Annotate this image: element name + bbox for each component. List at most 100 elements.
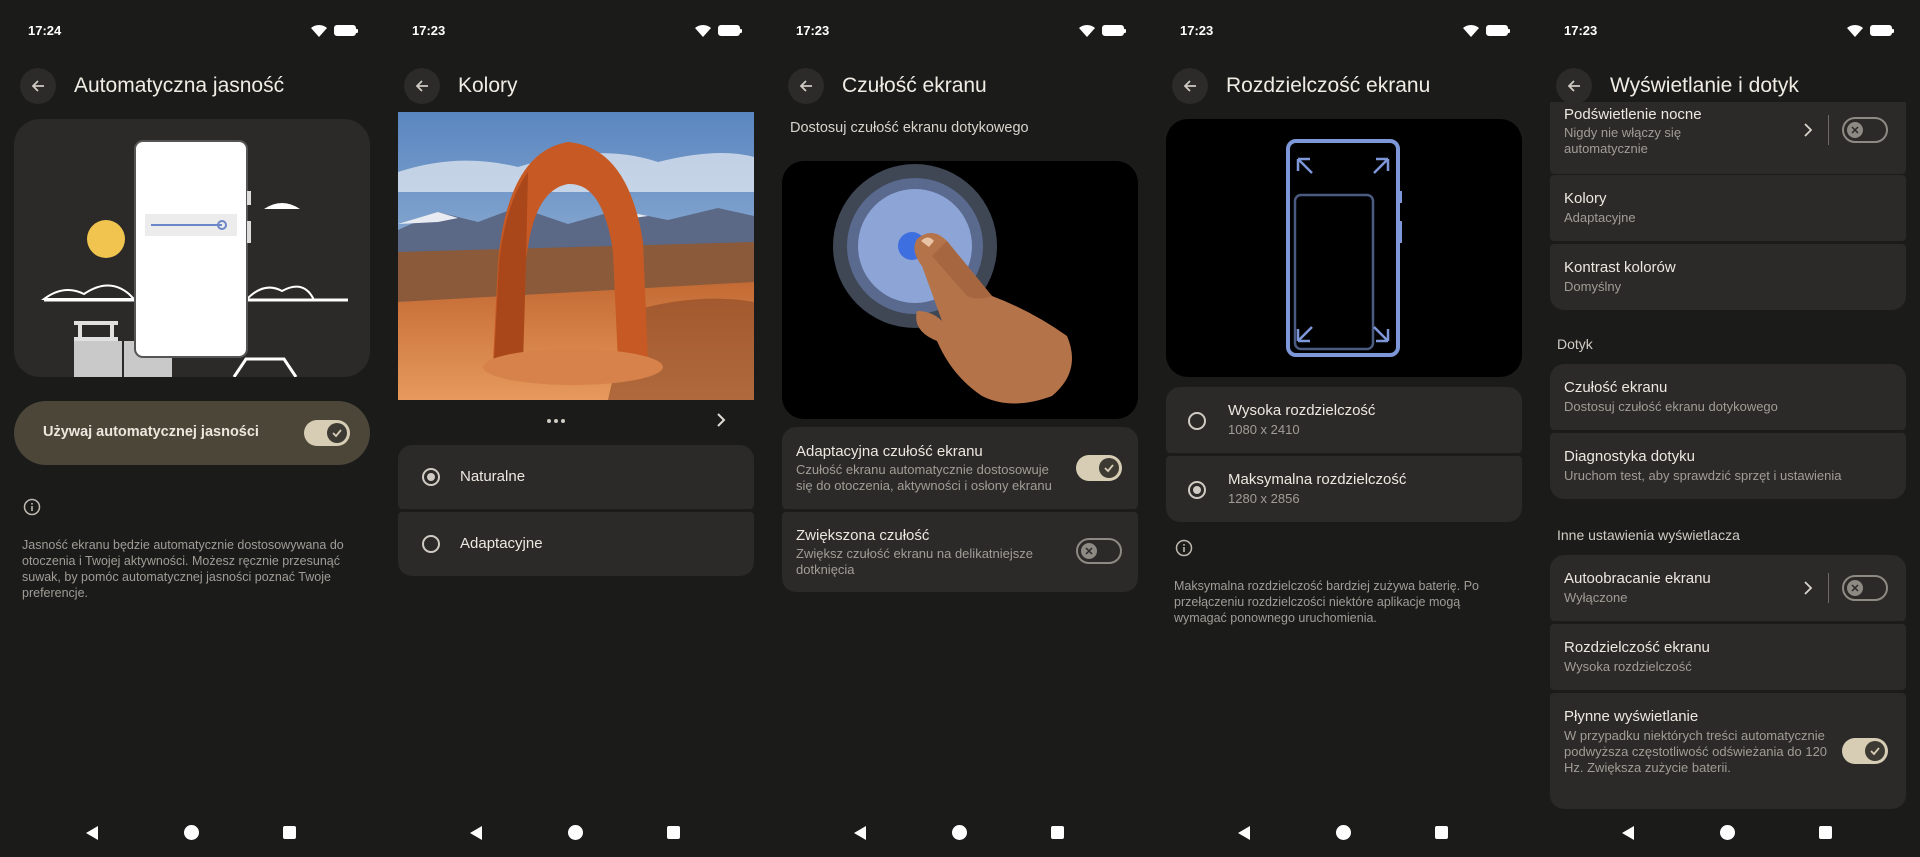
section-touch-label: Dotyk bbox=[1557, 336, 1593, 352]
touch-hand-illustration bbox=[833, 164, 1072, 404]
radio-max-resolution[interactable] bbox=[1188, 481, 1206, 499]
nav-back-button[interactable] bbox=[854, 826, 866, 840]
touch-diagnostics-row[interactable]: Diagnostyka dotyku Uruchom test, aby spr… bbox=[1550, 433, 1906, 499]
high-resolution-value: 1080 x 2410 bbox=[1228, 422, 1300, 437]
nav-recents-button[interactable] bbox=[283, 826, 296, 839]
status-time: 17:23 bbox=[1180, 22, 1214, 38]
option-adaptive[interactable]: Adaptacyjne bbox=[398, 512, 754, 576]
increased-sensitivity-desc: Zwiększ czułość ekranu na delikatniejsze… bbox=[796, 546, 1033, 577]
status-bar: 17:23 bbox=[1564, 20, 1894, 40]
back-button[interactable] bbox=[1172, 68, 1208, 104]
increased-sensitivity-row[interactable]: Zwiększona czułość Zwiększ czułość ekran… bbox=[782, 512, 1138, 592]
touch-diagnostics-title: Diagnostyka dotyku bbox=[1564, 448, 1695, 465]
chevron-right-icon bbox=[1804, 123, 1813, 137]
wifi-icon bbox=[311, 24, 327, 37]
back-button[interactable] bbox=[788, 68, 824, 104]
back-button[interactable] bbox=[20, 68, 56, 104]
night-light-row[interactable]: Podświetlenie nocne Nigdy nie włączy się… bbox=[1550, 102, 1906, 174]
adaptive-sensitivity-title: Adaptacyjna czułość ekranu bbox=[796, 443, 983, 460]
nav-recents-button[interactable] bbox=[667, 826, 680, 839]
status-bar: 17:23 bbox=[412, 20, 742, 40]
screen-colors: 17:23 Kolory Naturalne Adaptacyjne bbox=[384, 0, 768, 857]
navigation-bar bbox=[384, 821, 768, 845]
option-natural-label: Naturalne bbox=[460, 468, 526, 485]
auto-brightness-label: Używaj automatycznej jasności bbox=[43, 424, 259, 440]
nav-home-button[interactable] bbox=[184, 825, 199, 840]
navigation-bar bbox=[768, 821, 1152, 845]
screen-touch-sensitivity: 17:23 Czułość ekranu Dostosuj czułość ek… bbox=[768, 0, 1152, 857]
option-adaptive-label: Adaptacyjne bbox=[460, 535, 543, 552]
smooth-display-toggle[interactable] bbox=[1842, 738, 1888, 764]
screen-resolution-sub: Wysoka rozdzielczość bbox=[1564, 659, 1692, 674]
screens-strip: 17:24 Automatyczna jasność Używaj automa… bbox=[0, 0, 1920, 857]
status-time: 17:24 bbox=[28, 22, 62, 38]
section-other-display-label: Inne ustawienia wyświetlacza bbox=[1557, 527, 1740, 543]
nav-back-button[interactable] bbox=[470, 826, 482, 840]
option-max-resolution[interactable]: Maksymalna rozdzielczość 1280 x 2856 bbox=[1166, 456, 1522, 522]
nav-recents-button[interactable] bbox=[1051, 826, 1064, 839]
nav-home-button[interactable] bbox=[1336, 825, 1351, 840]
nav-back-button[interactable] bbox=[1238, 826, 1250, 840]
more-dots-icon[interactable] bbox=[546, 418, 566, 424]
auto-rotate-row[interactable]: Autoobracanie ekranu Wyłączone bbox=[1550, 555, 1906, 621]
chevron-right-icon bbox=[1804, 581, 1813, 595]
touch-sensitivity-title: Czułość ekranu bbox=[1564, 379, 1668, 396]
touch-diagnostics-sub: Uruchom test, aby sprawdzić sprzęt i ust… bbox=[1564, 468, 1842, 483]
nav-home-button[interactable] bbox=[952, 825, 967, 840]
chevron-right-icon[interactable] bbox=[714, 412, 728, 428]
arrow-left-icon bbox=[415, 80, 428, 92]
back-button[interactable] bbox=[404, 68, 440, 104]
max-resolution-label: Maksymalna rozdzielczość bbox=[1228, 471, 1407, 488]
nav-recents-button[interactable] bbox=[1819, 826, 1832, 839]
nav-recents-button[interactable] bbox=[1435, 826, 1448, 839]
brightness-illustration-art bbox=[40, 140, 348, 378]
check-icon bbox=[1104, 464, 1114, 473]
increased-sensitivity-title: Zwiększona czułość bbox=[796, 527, 930, 544]
auto-rotate-toggle[interactable] bbox=[1842, 575, 1888, 601]
screen-resolution-title: Rozdzielczość ekranu bbox=[1564, 639, 1710, 656]
battery-icon bbox=[1102, 24, 1126, 36]
close-icon bbox=[1085, 547, 1093, 555]
info-icon bbox=[23, 498, 41, 516]
touch-sensitivity-row[interactable]: Czułość ekranu Dostosuj czułość ekranu d… bbox=[1550, 364, 1906, 430]
colors-row[interactable]: Kolory Adaptacyjne bbox=[1550, 175, 1906, 241]
option-natural[interactable]: Naturalne bbox=[398, 445, 754, 509]
nav-home-button[interactable] bbox=[568, 825, 583, 840]
night-light-sub: Nigdy nie włączy się automatycznie bbox=[1564, 125, 1682, 156]
nav-back-button[interactable] bbox=[1622, 826, 1634, 840]
high-resolution-label: Wysoka rozdzielczość bbox=[1228, 402, 1376, 419]
radio-adaptive[interactable] bbox=[422, 535, 440, 553]
radio-high-resolution[interactable] bbox=[1188, 412, 1206, 430]
status-time: 17:23 bbox=[796, 22, 830, 38]
adaptive-sensitivity-row[interactable]: Adaptacyjna czułość ekranu Czułość ekran… bbox=[782, 427, 1138, 509]
adaptive-sensitivity-toggle[interactable] bbox=[1076, 455, 1122, 481]
night-light-toggle[interactable] bbox=[1842, 117, 1888, 143]
option-high-resolution[interactable]: Wysoka rozdzielczość 1080 x 2410 bbox=[1166, 387, 1522, 453]
battery-icon bbox=[334, 24, 358, 36]
auto-brightness-toggle[interactable] bbox=[304, 420, 350, 446]
arrow-left-icon bbox=[799, 80, 812, 92]
wifi-icon bbox=[695, 24, 711, 37]
wifi-icon bbox=[1463, 24, 1479, 37]
page-title: Czułość ekranu bbox=[842, 74, 987, 97]
color-contrast-title: Kontrast kolorów bbox=[1564, 259, 1676, 276]
back-button[interactable] bbox=[1556, 68, 1592, 104]
color-contrast-row[interactable]: Kontrast kolorów Domyślny bbox=[1550, 244, 1906, 310]
close-icon bbox=[1851, 126, 1859, 134]
arrow-left-icon bbox=[1183, 80, 1196, 92]
status-time: 17:23 bbox=[1564, 22, 1598, 38]
smooth-display-title: Płynne wyświetlanie bbox=[1564, 708, 1699, 725]
nav-home-button[interactable] bbox=[1720, 825, 1735, 840]
increased-sensitivity-toggle[interactable] bbox=[1076, 538, 1122, 564]
check-icon bbox=[1870, 747, 1880, 756]
status-bar: 17:23 bbox=[1180, 20, 1510, 40]
screen-resolution: 17:23 Rozdzielczość ekranu Wysoka rozdzi… bbox=[1152, 0, 1536, 857]
screen-resolution-row[interactable]: Rozdzielczość ekranu Wysoka rozdzielczoś… bbox=[1550, 624, 1906, 690]
auto-brightness-toggle-row[interactable]: Używaj automatycznej jasności bbox=[14, 401, 370, 465]
radio-natural[interactable] bbox=[422, 468, 440, 486]
adaptive-sensitivity-desc: Czułość ekranu automatycznie dostosowuje… bbox=[796, 462, 1052, 493]
smooth-display-row[interactable]: Płynne wyświetlanie W przypadku niektóry… bbox=[1550, 693, 1906, 809]
screen-display-touch: Podświetlenie nocne Nigdy nie włączy się… bbox=[1536, 0, 1920, 857]
page-subtitle: Dostosuj czułość ekranu dotykowego bbox=[790, 120, 1029, 136]
nav-back-button[interactable] bbox=[86, 826, 98, 840]
